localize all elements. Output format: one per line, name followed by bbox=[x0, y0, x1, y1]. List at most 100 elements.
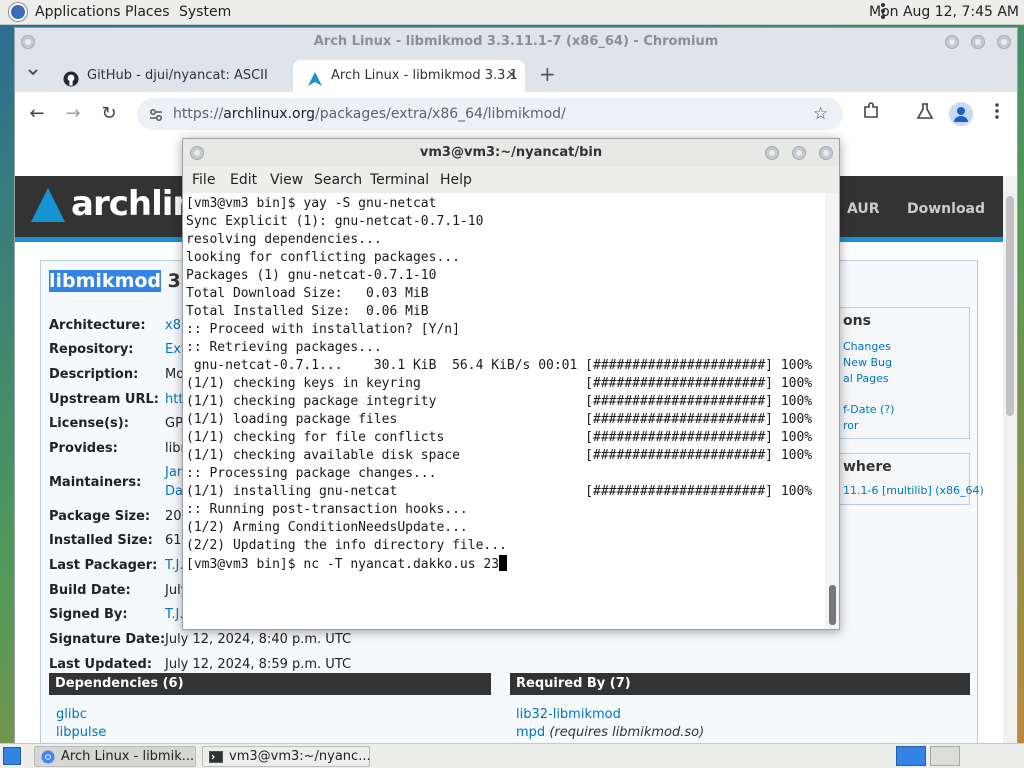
terminal-line: Packages (1) gnu-netcat-0.7.1-10 bbox=[186, 267, 812, 285]
menu-view[interactable]: View bbox=[270, 172, 303, 188]
field-value[interactable]: T.J. bbox=[165, 607, 184, 622]
terminal-line-text: (1/1) checking keys in keyring [########… bbox=[186, 376, 813, 391]
menu-edit[interactable]: Edit bbox=[230, 172, 257, 188]
applications-menu[interactable]: Applications bbox=[35, 4, 121, 20]
add-new-bug-link[interactable]: New Bug bbox=[843, 356, 892, 369]
field-label: Architecture: bbox=[49, 318, 146, 333]
bottom-taskbar: Arch Linux - libmik... vm3@vm3:~/nyanc..… bbox=[0, 743, 1024, 768]
window-menu-button[interactable] bbox=[21, 35, 35, 49]
close-tab-icon[interactable]: ✕ bbox=[506, 60, 517, 92]
terminal-line: looking for conflicting packages... bbox=[186, 249, 812, 267]
browser-menu-icon[interactable] bbox=[985, 102, 1009, 126]
required-by-note: (requires libmikmod.so) bbox=[549, 725, 705, 740]
terminal-window-menu-button[interactable] bbox=[190, 146, 204, 160]
terminal-line-text: (1/1) installing gnu-netcat [###########… bbox=[186, 484, 813, 499]
extensions-icon[interactable] bbox=[859, 102, 883, 126]
dependency-link[interactable]: glibc bbox=[56, 707, 87, 722]
places-menu[interactable]: Places bbox=[125, 4, 170, 20]
terminal-menubar: File Edit View Search Terminal Help bbox=[183, 167, 839, 193]
terminal-icon bbox=[209, 750, 223, 764]
tab-search-icon[interactable] bbox=[27, 66, 39, 81]
nav-aur[interactable]: AUR bbox=[847, 201, 880, 217]
tab-arch-linux[interactable]: Arch Linux - libmikmod 3.3.1 ✕ bbox=[293, 60, 525, 92]
task-label: vm3@vm3:~/nyanc... bbox=[229, 749, 371, 764]
flag-out-of-date-link[interactable]: f-Date (?) bbox=[843, 403, 894, 416]
terminal-minimize-button[interactable] bbox=[765, 146, 779, 160]
field-label: Provides: bbox=[49, 441, 118, 456]
tab-github[interactable]: GitHub - djui/nyancat: ASCII bbox=[49, 60, 299, 92]
menu-terminal[interactable]: Terminal bbox=[370, 172, 429, 188]
terminal-scrollbar[interactable] bbox=[825, 193, 839, 629]
field-value[interactable]: T.J. bbox=[165, 558, 184, 573]
terminal-line: :: Proceed with installation? [Y/n] bbox=[186, 321, 812, 339]
close-button[interactable] bbox=[997, 35, 1011, 49]
panel-clock[interactable]: Mon Aug 12, 7:45 AM bbox=[869, 4, 1019, 20]
terminal-scroll-thumb[interactable] bbox=[829, 585, 836, 625]
field-label: Last Updated: bbox=[49, 657, 153, 672]
forward-icon[interactable]: → bbox=[61, 102, 85, 126]
site-info-icon[interactable] bbox=[149, 107, 163, 126]
terminal-line: (1/1) loading package files [###########… bbox=[186, 411, 812, 429]
page-scrollbar[interactable] bbox=[1003, 176, 1017, 744]
terminal-close-button[interactable] bbox=[819, 146, 833, 160]
minimize-button[interactable] bbox=[945, 35, 959, 49]
required-by-link[interactable]: lib32-libmikmod bbox=[516, 707, 621, 722]
bookmark-star-icon[interactable]: ☆ bbox=[813, 104, 828, 124]
field-label: Package Size: bbox=[49, 509, 151, 524]
distro-logo-icon[interactable] bbox=[9, 3, 27, 21]
package-name-selected[interactable]: libmikmod bbox=[49, 270, 162, 292]
multilib-version-link[interactable]: 11.1-6 [multilib] (x86_64) bbox=[843, 484, 984, 497]
terminal-line-text: (1/1) checking for file conflicts [#####… bbox=[186, 430, 813, 445]
show-desktop-icon[interactable] bbox=[3, 747, 21, 765]
terminal-line-text: (1/2) Arming ConditionNeedsUpdate... bbox=[186, 520, 468, 535]
arch-logo-icon[interactable] bbox=[31, 188, 65, 222]
terminal-line-text: resolving dependencies... bbox=[186, 232, 382, 247]
menu-search[interactable]: Search bbox=[314, 172, 362, 188]
workspace-2-button[interactable] bbox=[930, 746, 960, 766]
menu-file[interactable]: File bbox=[192, 172, 215, 188]
field-label: Description: bbox=[49, 367, 139, 382]
terminal-line: gnu-netcat-0.7.1... 30.1 KiB 56.4 KiB/s … bbox=[186, 357, 812, 375]
manual-pages-link[interactable]: al Pages bbox=[843, 372, 889, 385]
menu-help[interactable]: Help bbox=[440, 172, 472, 188]
terminal-line: :: Retrieving packages... bbox=[186, 339, 812, 357]
package-actions-heading: ons bbox=[843, 313, 871, 329]
reload-icon[interactable]: ↻ bbox=[97, 102, 121, 126]
terminal-line-text: (2/2) Updating the info directory file..… bbox=[186, 538, 507, 553]
field-value: July 12, 2024, 8:59 p.m. UTC bbox=[165, 657, 352, 672]
address-bar[interactable]: https://archlinux.org/packages/extra/x86… bbox=[137, 98, 843, 130]
terminal-line-text: Packages (1) gnu-netcat-0.7.1-10 bbox=[186, 268, 437, 283]
dependencies-heading: Dependencies (6) bbox=[49, 673, 491, 695]
github-icon bbox=[63, 68, 79, 87]
url-text: https://archlinux.org/packages/extra/x86… bbox=[173, 106, 566, 122]
required-by-link[interactable]: mpd (requires libmikmod.so) bbox=[516, 725, 704, 740]
arch-icon bbox=[307, 68, 323, 86]
page-scroll-thumb[interactable] bbox=[1006, 196, 1014, 416]
terminal-line: [vm3@vm3 bin]$ yay -S gnu-netcat bbox=[186, 195, 812, 213]
nav-download[interactable]: Download bbox=[907, 201, 985, 217]
terminal-output[interactable]: [vm3@vm3 bin]$ yay -S gnu-netcat Sync Exp… bbox=[183, 193, 825, 629]
system-menu[interactable]: System bbox=[179, 4, 231, 20]
dependency-link[interactable]: libpulse bbox=[56, 725, 106, 740]
terminal-window: vm3@vm3:~/nyancat/bin File Edit View Sea… bbox=[182, 138, 840, 630]
terminal-maximize-button[interactable] bbox=[792, 146, 806, 160]
mirror-link[interactable]: ror bbox=[843, 419, 859, 432]
terminal-text: [vm3@vm3 bin]$ yay -S gnu-netcat Sync Exp… bbox=[186, 195, 812, 574]
terminal-cursor bbox=[499, 555, 508, 571]
terminal-line-text: Sync Explicit (1): gnu-netcat-0.7.1-10 bbox=[186, 214, 484, 229]
task-browser[interactable]: Arch Linux - libmik... bbox=[34, 746, 196, 767]
profile-avatar-icon[interactable] bbox=[949, 102, 973, 126]
view-changes-link[interactable]: Changes bbox=[843, 340, 891, 353]
task-terminal[interactable]: vm3@vm3:~/nyanc... bbox=[202, 746, 371, 767]
workspace-1-button[interactable] bbox=[896, 746, 926, 766]
labs-flask-icon[interactable] bbox=[913, 102, 937, 126]
package-actions-box: ons Changes New Bug al Pages f-Date (?) … bbox=[838, 307, 970, 439]
maximize-button[interactable] bbox=[971, 35, 985, 49]
new-tab-button[interactable]: + bbox=[539, 62, 556, 86]
terminal-line-text: :: Running post-transaction hooks... bbox=[186, 502, 468, 517]
browser-titlebar[interactable]: Arch Linux - libmikmod 3.3.11.1-7 (x86_6… bbox=[15, 28, 1017, 56]
tab-label: Arch Linux - libmikmod 3.3.1 bbox=[331, 68, 518, 83]
terminal-line: (1/2) Arming ConditionNeedsUpdate... bbox=[186, 519, 812, 537]
terminal-titlebar[interactable]: vm3@vm3:~/nyancat/bin bbox=[183, 139, 839, 167]
back-icon[interactable]: ← bbox=[25, 102, 49, 126]
